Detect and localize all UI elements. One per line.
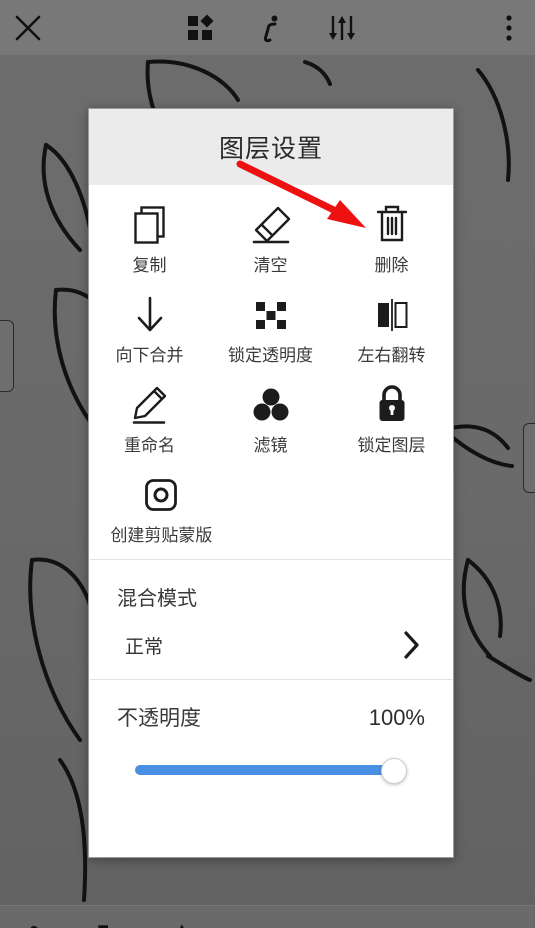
eraser-icon [248,203,294,247]
action-row: 复制 清空 删除 [89,193,453,283]
bottom-shape-icon[interactable]: ■ [97,920,109,928]
action-label: 复制 [132,256,167,275]
dialog-title: 图层设置 [218,135,323,163]
action-flip-horizontal[interactable]: 左右翻转 [331,283,452,373]
canvas-right-handle[interactable] [523,423,535,493]
bottom-toolbar: ● ■ ▲ [0,905,535,928]
action-merge-down[interactable]: 向下合并 [89,283,210,373]
action-label: 锁定透明度 [228,346,313,365]
action-duplicate[interactable]: 复制 [89,193,210,283]
overflow-menu-icon[interactable] [489,8,529,48]
duplicate-icon [130,203,170,247]
action-row: 创建剪贴蒙版 [89,463,453,553]
action-label: 向下合并 [115,346,184,365]
action-delete[interactable]: 删除 [331,193,452,283]
flip-horizontal-icon [374,293,410,337]
action-label: 左右翻转 [357,346,426,365]
opacity-section: 不透明度 100% [89,680,453,802]
lock-icon [374,383,410,427]
action-row: 重命名 滤镜 锁定图层 [89,373,453,463]
action-lock-alpha[interactable]: 锁定透明度 [210,283,331,373]
trash-icon [373,203,411,247]
opacity-value: 100% [368,705,425,730]
opacity-slider[interactable] [135,758,407,784]
blend-mode-section: 混合模式 正常 [89,560,453,679]
bottom-brush-icon[interactable]: ● [28,920,40,928]
action-grid: 复制 清空 删除 向下合并 锁定透明度 左右翻转 重命名 滤镜 锁定图层 创建剪… [89,185,453,559]
chevron-right-icon[interactable] [401,629,425,661]
top-toolbar [0,0,535,55]
blend-mode-value: 正常 [125,636,164,658]
bottom-pen-icon[interactable]: ▲ [172,920,192,928]
pencil-rename-icon [129,383,171,427]
slider-fill [135,765,394,775]
opacity-label: 不透明度 [117,707,201,730]
merge-down-arrow-icon [133,293,167,337]
clipping-mask-icon [142,473,180,517]
layer-settings-dialog: 图层设置 复制 清空 删除 向下合并 锁定透明度 左右翻转 重命名 滤镜 锁定图… [88,108,454,858]
action-rename[interactable]: 重命名 [89,373,210,463]
app-screen: ● ■ ▲ 图层设置 复制 [0,0,535,928]
action-label: 清空 [253,256,288,275]
dialog-header: 图层设置 [89,109,453,185]
slider-thumb[interactable] [381,758,407,784]
close-icon[interactable] [8,8,48,48]
action-label: 创建剪贴蒙版 [110,526,213,545]
action-filter[interactable]: 滤镜 [210,373,331,463]
filter-circles-icon [251,383,291,427]
info-icon[interactable] [252,8,292,48]
blend-mode-label: 混合模式 [117,588,197,610]
action-label: 滤镜 [253,436,288,455]
opacity-header: 不透明度 100% [117,702,425,732]
action-clipping-mask[interactable]: 创建剪贴蒙版 [89,463,234,553]
action-label: 删除 [374,256,409,275]
blend-mode-row[interactable]: 正常 [117,629,425,661]
checkerboard-icon [252,293,290,337]
action-label: 锁定图层 [357,436,426,455]
action-row: 向下合并 锁定透明度 左右翻转 [89,283,453,373]
sliders-icon[interactable] [322,8,362,48]
action-label: 重命名 [124,436,175,455]
action-lock-layer[interactable]: 锁定图层 [331,373,452,463]
canvas-left-handle[interactable] [0,320,14,392]
layers-grid-icon[interactable] [180,8,220,48]
action-clear[interactable]: 清空 [210,193,331,283]
